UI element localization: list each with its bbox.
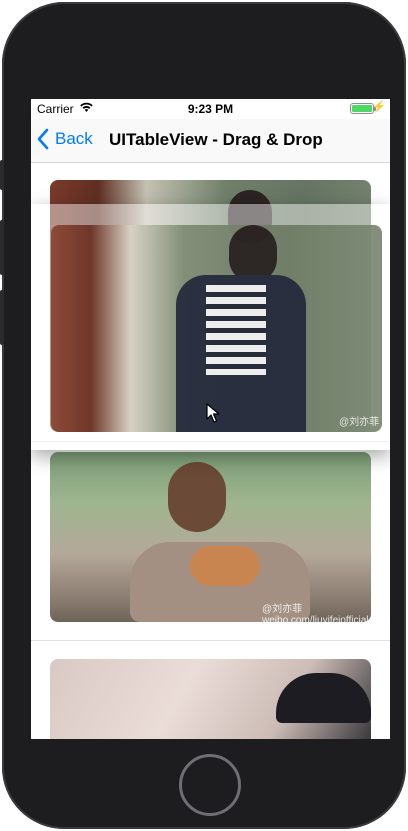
battery-icon <box>350 103 376 114</box>
photo-watermark: @刘亦菲 weibo.com/liuyifeiofficial <box>262 604 369 622</box>
navigation-bar: Back UITableView - Drag & Drop <box>31 119 390 163</box>
status-bar: Carrier 9:23 PM ⚡ <box>31 99 390 119</box>
back-button[interactable]: Back <box>37 128 93 150</box>
photo-stripes <box>206 285 266 375</box>
photo-image <box>50 659 371 739</box>
cap-shape <box>276 673 371 723</box>
photo-watermark: @刘亦菲 <box>339 417 380 428</box>
back-label: Back <box>55 129 93 148</box>
volume-down-button <box>0 290 4 345</box>
status-time: 9:23 PM <box>187 102 234 116</box>
photo-figure <box>168 462 226 532</box>
table-row[interactable] <box>31 641 390 739</box>
mute-switch <box>0 160 4 190</box>
photo-image: @刘亦菲 weibo.com/liuyifeiofficial <box>50 452 371 622</box>
cat-shape <box>190 546 260 586</box>
chevron-left-icon <box>37 128 49 150</box>
table-row[interactable]: @刘亦菲 weibo.com/liuyifeiofficial <box>31 442 390 638</box>
volume-up-button <box>0 220 4 275</box>
page-title: UITableView - Drag & Drop <box>109 130 323 149</box>
dragging-photo[interactable]: @刘亦菲 <box>51 225 382 432</box>
iphone-device: Carrier 9:23 PM ⚡ Back UITableView - Dra… <box>0 0 408 831</box>
home-button[interactable] <box>179 754 241 816</box>
charging-bolt-icon: ⚡ <box>372 101 386 113</box>
pointer-cursor-icon <box>206 403 220 423</box>
